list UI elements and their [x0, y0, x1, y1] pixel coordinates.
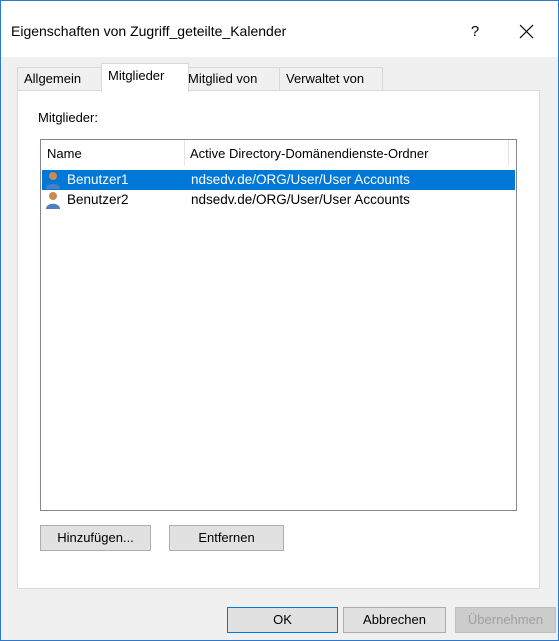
- member-folder: ndsedv.de/ORG/User/User Accounts: [191, 172, 410, 187]
- column-separator[interactable]: [184, 140, 185, 166]
- column-header-name[interactable]: Name: [47, 140, 82, 166]
- list-header: Name Active Directory-Domänendienste-Ord…: [41, 140, 516, 166]
- remove-button[interactable]: Entfernen: [169, 525, 284, 551]
- tab-verwaltet-von[interactable]: Verwaltet von: [279, 67, 383, 91]
- members-label: Mitglieder:: [38, 110, 98, 125]
- column-separator[interactable]: [508, 140, 509, 166]
- help-button[interactable]: ?: [457, 14, 493, 50]
- member-name: Benutzer2: [67, 192, 129, 207]
- members-list[interactable]: Name Active Directory-Domänendienste-Ord…: [40, 139, 517, 511]
- tab-mitglied-von[interactable]: Mitglied von: [181, 67, 280, 91]
- apply-button[interactable]: Übernehmen: [455, 607, 556, 633]
- title-bar: Eigenschaften von Zugriff_geteilte_Kalen…: [1, 1, 558, 57]
- dialog-title: Eigenschaften von Zugriff_geteilte_Kalen…: [11, 23, 287, 39]
- close-button[interactable]: [509, 14, 545, 50]
- list-item[interactable]: Benutzer1 ndsedv.de/ORG/User/User Accoun…: [42, 170, 515, 190]
- properties-dialog: Eigenschaften von Zugriff_geteilte_Kalen…: [0, 0, 559, 641]
- members-panel: Mitglieder: Name Active Directory-Domäne…: [17, 90, 540, 589]
- tab-allgemein[interactable]: Allgemein: [17, 67, 103, 91]
- cancel-button[interactable]: Abbrechen: [343, 607, 446, 633]
- close-icon: [519, 24, 534, 39]
- user-icon: [46, 172, 60, 189]
- tab-mitglieder[interactable]: Mitglieder: [101, 63, 189, 92]
- user-icon: [46, 192, 60, 209]
- ok-button[interactable]: OK: [227, 607, 338, 633]
- column-header-folder[interactable]: Active Directory-Domänendienste-Ordner: [190, 140, 428, 166]
- add-button[interactable]: Hinzufügen...: [40, 525, 151, 551]
- member-name: Benutzer1: [67, 170, 129, 190]
- list-item[interactable]: Benutzer2 ndsedv.de/ORG/User/User Accoun…: [42, 190, 515, 210]
- member-folder: ndsedv.de/ORG/User/User Accounts: [191, 192, 410, 207]
